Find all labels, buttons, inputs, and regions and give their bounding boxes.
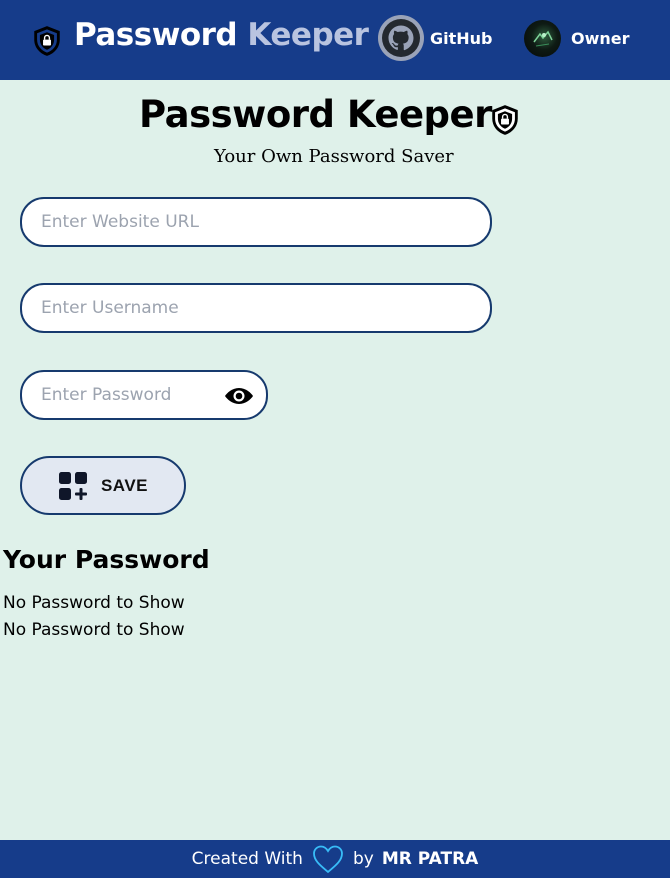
github-link[interactable]: GitHub <box>378 15 493 61</box>
eye-icon[interactable] <box>224 384 254 408</box>
shield-lock-icon <box>492 105 518 135</box>
password-field <box>20 370 268 420</box>
owner-label: Owner <box>571 28 630 48</box>
add-grid-icon <box>58 471 87 500</box>
empty-message: No Password to Show <box>3 593 185 613</box>
owner-avatar <box>524 19 561 57</box>
heart-icon <box>313 845 343 874</box>
tagline: Your Own Password Saver <box>214 146 454 167</box>
save-label: SAVE <box>100 475 149 495</box>
github-icon <box>378 15 424 61</box>
shield-lock-icon <box>34 26 60 56</box>
empty-message: No Password to Show <box>3 620 185 640</box>
page-title: Password Keeper <box>139 93 492 136</box>
footer: Created With by MR PATRA <box>0 840 670 878</box>
footer-by: by <box>352 849 374 869</box>
website-url-input[interactable] <box>22 199 490 245</box>
passwords-heading: Your Password <box>3 545 210 574</box>
footer-prefix: Created With <box>191 849 303 869</box>
username-field <box>20 283 492 333</box>
website-url-field <box>20 197 492 247</box>
github-label: GitHub <box>430 28 493 48</box>
username-input[interactable] <box>22 285 490 331</box>
brand-title[interactable]: Password Keeper <box>74 17 369 53</box>
footer-author: MR PATRA <box>381 849 479 869</box>
navbar: Password Keeper GitHub Owner <box>0 0 670 80</box>
brand-part1: Password <box>74 17 238 53</box>
owner-link[interactable]: Owner <box>524 19 630 57</box>
save-button[interactable]: SAVE <box>20 456 186 515</box>
brand-part2: Keeper <box>247 17 369 53</box>
